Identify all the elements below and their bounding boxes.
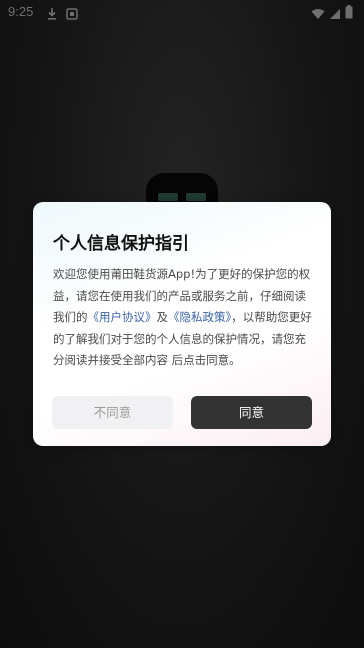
- user-agreement-link[interactable]: 《用户协议》: [88, 310, 157, 324]
- battery-icon: [345, 4, 353, 23]
- signal-icon: [329, 5, 341, 24]
- status-time: 9:25: [8, 4, 34, 19]
- wifi-icon: [311, 5, 325, 24]
- agree-button[interactable]: 同意: [191, 396, 312, 429]
- download-icon: [46, 5, 58, 24]
- app-logo-glyph-right: [186, 193, 206, 201]
- disagree-button[interactable]: 不同意: [52, 396, 173, 429]
- status-bar: 9:25: [0, 0, 364, 24]
- and-text: 及: [156, 310, 169, 324]
- dialog-body: 欢迎您使用莆田鞋货源App!为了更好的保护您的权益，请您在使用我们的产品或服务之…: [53, 264, 315, 372]
- privacy-dialog: 个人信息保护指引 欢迎您使用莆田鞋货源App!为了更好的保护您的权益，请您在使用…: [33, 202, 331, 446]
- notification-icon: [66, 5, 78, 24]
- app-logo-glyph-left: [158, 193, 178, 201]
- dialog-title: 个人信息保护指引: [53, 234, 189, 254]
- privacy-policy-link[interactable]: 《隐私政策》: [168, 310, 231, 324]
